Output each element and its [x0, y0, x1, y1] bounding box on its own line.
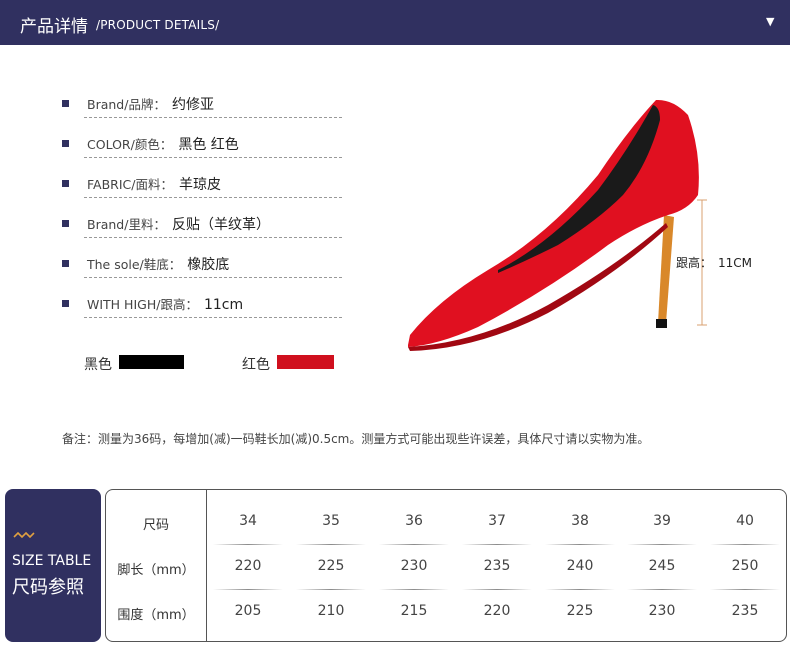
- size-cell: 235: [483, 558, 511, 574]
- size-cell: 225: [317, 558, 345, 574]
- size-cell: 36: [405, 513, 423, 529]
- size-row-header: 尺码: [142, 518, 169, 533]
- table-column-divider: [206, 490, 207, 641]
- row-separator: [627, 589, 697, 590]
- spec-row-heel-height: WITH HIGH/跟高： 11cm: [62, 290, 347, 320]
- heel-height-note: 跟高： 11CM: [676, 254, 752, 271]
- section-title: 产品详情: [20, 17, 88, 37]
- size-cell: 240: [566, 558, 594, 574]
- dashed-divider: [84, 197, 342, 198]
- size-cell: 215: [400, 603, 428, 619]
- size-cell: 225: [566, 603, 594, 619]
- spec-value: 反贴（羊纹革）: [171, 217, 270, 233]
- square-bullet-icon: [62, 300, 69, 307]
- row-separator: [545, 589, 615, 590]
- spec-row-brand: Brand/品牌： 约修亚: [62, 90, 347, 120]
- color-label-red: 红色: [242, 357, 270, 373]
- spec-value: 橡胶底: [187, 257, 230, 273]
- square-bullet-icon: [62, 220, 69, 227]
- spec-value: 约修亚: [171, 97, 214, 113]
- size-table: 尺码 34 35 36 37 38 39 40 脚长（mm） 220 225 230 235 240 245…: [105, 489, 787, 642]
- size-cell: 210: [317, 603, 345, 619]
- measurement-note: 备注：测量为36码，每增加(减)一码鞋长加(减)0.5cm。测量方式可能出现些许…: [62, 432, 650, 446]
- size-cell: 35: [322, 513, 340, 529]
- size-row-header: 脚长（mm）: [117, 563, 195, 578]
- color-label-black: 黑色: [84, 357, 112, 373]
- square-bullet-icon: [62, 180, 69, 187]
- row-separator: [296, 544, 366, 545]
- size-cell: 235: [731, 603, 759, 619]
- size-cell: 245: [648, 558, 676, 574]
- size-table-title-zh: 尺码参照: [12, 577, 84, 598]
- color-swatch-red[interactable]: [277, 355, 334, 369]
- size-cell: 40: [736, 513, 754, 529]
- row-separator: [462, 589, 532, 590]
- size-cell: 220: [483, 603, 511, 619]
- size-table-badge: SIZE TABLE 尺码参照: [5, 489, 101, 642]
- spec-value: 羊琼皮: [178, 177, 221, 193]
- size-cell: 220: [234, 558, 262, 574]
- spec-label: Brand/里料：: [87, 217, 166, 232]
- row-separator: [710, 544, 780, 545]
- spec-label: The sole/鞋底：: [87, 257, 182, 272]
- row-separator: [379, 589, 449, 590]
- dashed-divider: [84, 117, 342, 118]
- size-cell: 38: [571, 513, 589, 529]
- size-cell: 37: [488, 513, 506, 529]
- size-cell: 250: [731, 558, 759, 574]
- row-separator: [213, 544, 283, 545]
- square-bullet-icon: [62, 100, 69, 107]
- size-table-title-en: SIZE TABLE: [12, 553, 92, 569]
- spec-label: COLOR/颜色：: [87, 137, 173, 152]
- heel-tip: [656, 319, 667, 328]
- size-row-header: 围度（mm）: [117, 608, 195, 623]
- size-cell: 205: [234, 603, 262, 619]
- spec-row-fabric: FABRIC/面料： 羊琼皮: [62, 170, 347, 200]
- square-bullet-icon: [62, 140, 69, 147]
- caret-down-icon: ▼: [766, 15, 775, 28]
- row-separator: [627, 544, 697, 545]
- shoe-upper: [408, 99, 699, 347]
- row-separator: [213, 589, 283, 590]
- spec-row-color: COLOR/颜色： 黑色 红色: [62, 130, 347, 160]
- spec-label: Brand/品牌：: [87, 97, 166, 112]
- size-cell: 34: [239, 513, 257, 529]
- size-cell: 39: [653, 513, 671, 529]
- heel-height-value: 11CM: [718, 256, 753, 270]
- section-header: 产品详情 /PRODUCT DETAILS/ ▼: [0, 0, 790, 45]
- row-separator: [379, 544, 449, 545]
- spec-row-sole: The sole/鞋底： 橡胶底: [62, 250, 347, 280]
- spec-value: 黑色 红色: [178, 137, 239, 153]
- section-subtitle: /PRODUCT DETAILS/: [96, 18, 220, 32]
- row-separator: [545, 544, 615, 545]
- heel-height-label: 跟高：: [676, 256, 713, 270]
- size-cell: 230: [648, 603, 676, 619]
- dashed-divider: [84, 157, 342, 158]
- spec-label: FABRIC/面料：: [87, 177, 173, 192]
- spec-row-lining: Brand/里料： 反贴（羊纹革）: [62, 210, 347, 240]
- dashed-divider: [84, 277, 342, 278]
- size-cell: 230: [400, 558, 428, 574]
- color-swatch-black[interactable]: [119, 355, 184, 369]
- dashed-divider: [84, 237, 342, 238]
- row-separator: [296, 589, 366, 590]
- row-separator: [710, 589, 780, 590]
- row-separator: [462, 544, 532, 545]
- spec-value: 11cm: [203, 297, 244, 313]
- wave-icon: [13, 531, 35, 539]
- square-bullet-icon: [62, 260, 69, 267]
- dashed-divider: [84, 317, 342, 318]
- product-shoe-image: [408, 99, 707, 351]
- spec-label: WITH HIGH/跟高：: [87, 297, 198, 312]
